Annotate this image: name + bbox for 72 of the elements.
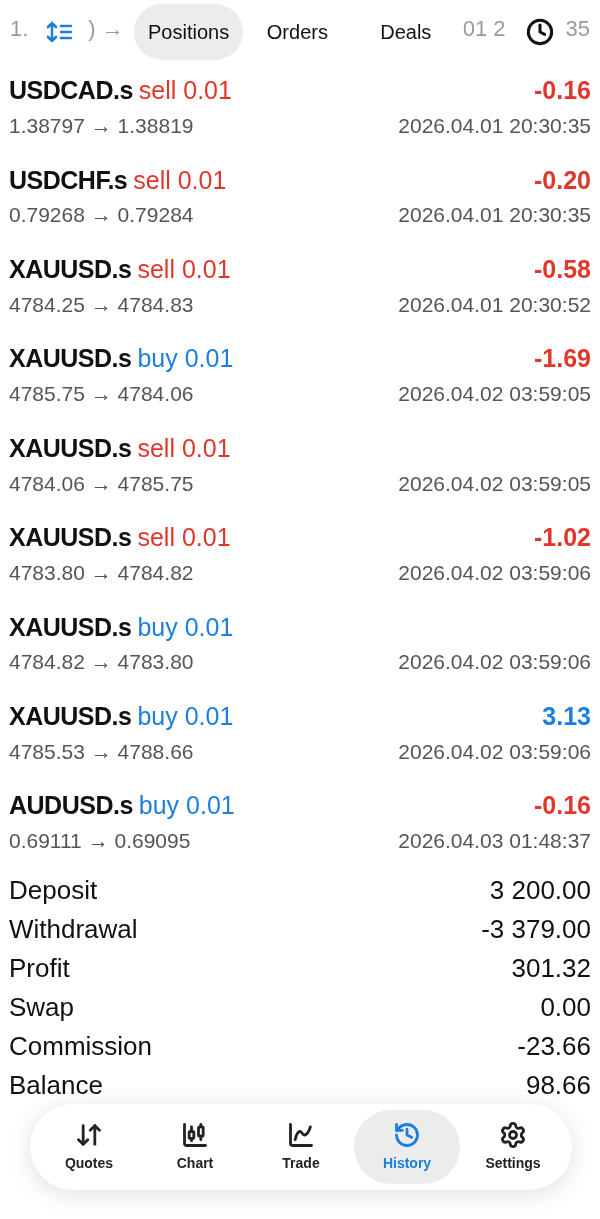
trade-side: buy 0.01 — [137, 611, 234, 643]
deal-time: 2026.04.02 03:59:05 — [398, 381, 591, 408]
price-change: 4785.75 → 4784.06 — [9, 381, 194, 408]
symbol: XAUUSD.s — [9, 700, 132, 732]
tab[interactable]: Orders — [243, 4, 352, 60]
symbol: XAUUSD.s — [9, 611, 132, 643]
tab[interactable]: Positions — [134, 4, 244, 60]
profit: -0.20 — [534, 164, 591, 196]
symbol: XAUUSD.s — [9, 522, 132, 554]
summary-label: Swap — [9, 990, 75, 1024]
price-change: 4785.53 → 4788.66 — [9, 738, 194, 765]
summary-value: 98.66 — [525, 1068, 591, 1102]
nav-tab[interactable]: Chart — [142, 1110, 248, 1184]
deal-time: 2026.04.01 20:30:52 — [398, 291, 591, 318]
trade-side: sell 0.01 — [137, 522, 231, 554]
summary-value: 301.32 — [511, 951, 591, 985]
summary-value: 3 200.00 — [489, 873, 591, 907]
symbol: XAUUSD.s — [9, 253, 132, 285]
trade-side: sell 0.01 — [138, 75, 232, 107]
symbol: USDCAD.s — [9, 75, 133, 107]
trade-side: buy 0.01 — [137, 700, 234, 732]
deal-time: 2026.04.02 03:59:06 — [398, 559, 591, 586]
deal-time: 2026.04.01 20:30:35 — [398, 202, 591, 229]
deal-time: 2026.04.02 03:59:06 — [398, 738, 591, 765]
trade-side: sell 0.01 — [137, 253, 231, 285]
line-chart-icon — [287, 1120, 315, 1149]
profit: -0.58 — [534, 253, 591, 285]
symbol: XAUUSD.s — [9, 432, 132, 464]
faded-text: 01 2 — [462, 15, 506, 43]
price-change: 4784.06 → 4785.75 — [9, 470, 194, 497]
summary-label: Deposit — [9, 873, 98, 907]
deal-time: 2026.04.03 01:48:37 — [398, 828, 591, 855]
faded-text: 35 — [565, 15, 590, 43]
candlestick-icon — [181, 1120, 209, 1149]
nav-tab[interactable]: Settings — [460, 1110, 566, 1184]
deal-time: 2026.04.01 20:30:35 — [398, 112, 591, 139]
symbol: USDCHF.s — [9, 164, 128, 196]
sort-icon — [46, 21, 74, 43]
history-icon — [393, 1120, 421, 1149]
profit: 3.13 — [542, 700, 591, 732]
price-change: 0.79268 → 0.79284 — [9, 202, 194, 229]
clock-icon — [526, 18, 554, 46]
price-change: 4783.80 → 4784.82 — [9, 559, 194, 586]
summary-label: Profit — [9, 951, 70, 985]
tab[interactable]: Deals — [351, 4, 460, 60]
deal-time: 2026.04.02 03:59:05 — [398, 470, 591, 497]
trade-side: buy 0.01 — [137, 343, 234, 375]
deal-time: 2026.04.02 03:59:06 — [398, 649, 591, 676]
settings-icon — [499, 1120, 527, 1149]
profit: -0.16 — [534, 790, 591, 822]
price-change: 4784.25 → 4784.83 — [9, 291, 194, 318]
summary-value: 0.00 — [540, 990, 591, 1024]
faded-text: 1. — [10, 15, 29, 43]
symbol: XAUUSD.s — [9, 343, 132, 375]
summary-value: -23.66 — [517, 1029, 591, 1063]
profit: -0.16 — [534, 75, 591, 107]
trade-side: sell 0.01 — [137, 432, 231, 464]
summary-value: -3 379.00 — [481, 912, 591, 946]
profit: -1.02 — [534, 522, 591, 554]
summary-label: Balance — [9, 1068, 103, 1102]
summary-label: Withdrawal — [9, 912, 138, 946]
price-change: 0.69111 → 0.69095 — [9, 828, 191, 855]
trade-side: sell 0.01 — [133, 164, 227, 196]
faded-text: ) → — [88, 15, 124, 43]
trade-side: buy 0.01 — [138, 790, 235, 822]
nav-tab[interactable]: Quotes — [36, 1110, 142, 1184]
summary-label: Commission — [9, 1029, 153, 1063]
symbol: AUDUSD.s — [9, 790, 133, 822]
nav-tab[interactable]: Trade — [248, 1110, 354, 1184]
price-change: 4784.82 → 4783.80 — [9, 649, 194, 676]
profit: -1.69 — [534, 343, 591, 375]
price-change: 1.38797 → 1.38819 — [9, 112, 194, 139]
